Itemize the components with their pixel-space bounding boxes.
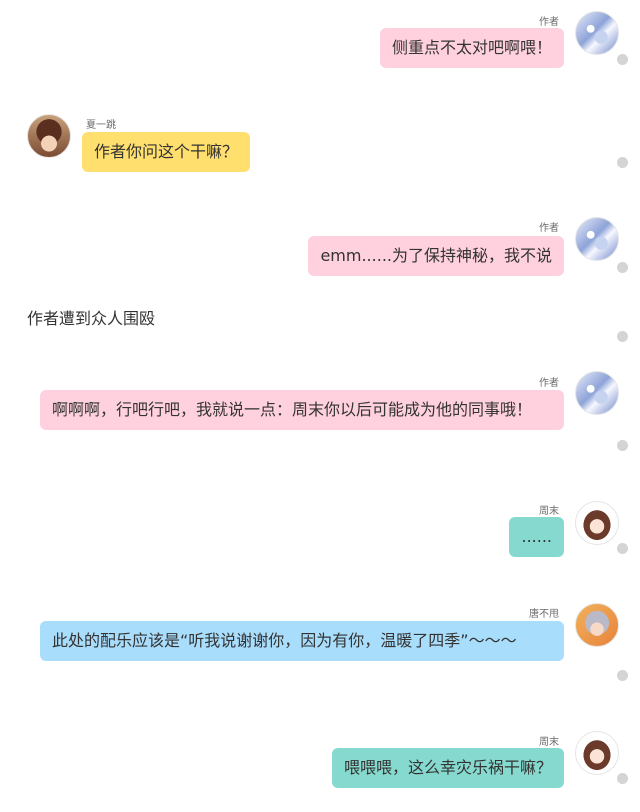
sender-name: 作者	[539, 378, 559, 389]
status-dot	[617, 262, 628, 273]
chat-bubble[interactable]: 此处的配乐应该是“听我说谢谢你，因为有你，温暖了四季”～～～	[40, 621, 564, 661]
author-avatar[interactable]	[575, 371, 619, 415]
status-dot	[617, 670, 628, 681]
status-dot	[617, 543, 628, 554]
sender-name: 作者	[539, 17, 559, 28]
chat-bubble[interactable]: ......	[509, 517, 564, 557]
author-avatar[interactable]	[575, 11, 619, 55]
narration-text: 作者遭到众人围殴	[27, 309, 156, 328]
zhoumo-avatar[interactable]	[575, 501, 619, 545]
sender-name: 作者	[539, 223, 559, 234]
xia-yitiao-avatar[interactable]	[27, 114, 71, 158]
status-dot	[617, 157, 628, 168]
status-dot	[617, 331, 628, 342]
sender-name: 唐不甩	[529, 609, 559, 620]
author-avatar[interactable]	[575, 217, 619, 261]
chat-bubble[interactable]: 侧重点不太对吧啊喂！	[379, 28, 564, 68]
zhoumo-avatar[interactable]	[575, 731, 619, 775]
chat-bubble[interactable]: 啊啊啊，行吧行吧，我就说一点：周末你以后可能成为他的同事哦！	[40, 390, 564, 430]
tang-bushuai-avatar[interactable]	[575, 603, 619, 647]
sender-name: 周末	[539, 506, 559, 517]
chat-bubble[interactable]: 喂喂喂，这么幸灾乐祸干嘛？	[331, 748, 564, 788]
chat-bubble[interactable]: emm......为了保持神秘，我不说	[308, 236, 564, 276]
chat-bubble[interactable]: 作者你问这个干嘛？	[82, 132, 251, 172]
status-dot	[617, 54, 628, 65]
status-dot	[617, 773, 628, 784]
status-dot	[617, 440, 628, 451]
sender-name: 夏一跳	[86, 120, 116, 131]
sender-name: 周末	[539, 737, 559, 748]
